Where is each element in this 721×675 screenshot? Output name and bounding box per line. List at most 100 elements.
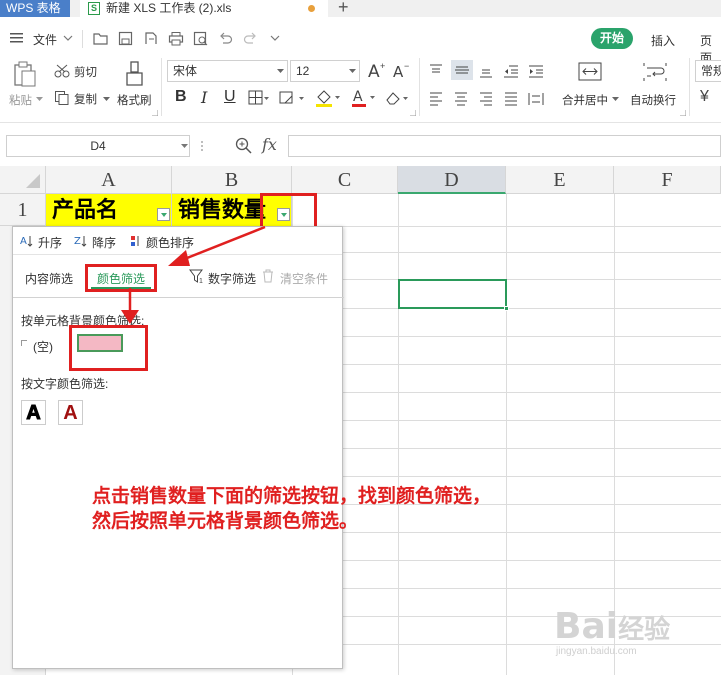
svg-text:A: A <box>353 89 363 105</box>
annotation-arrow-to-swatch <box>121 288 139 324</box>
fill-handle[interactable] <box>504 306 509 311</box>
fill-color-icon[interactable] <box>314 88 342 108</box>
format-painter-button[interactable]: 格式刷 <box>117 92 152 108</box>
column-header-c[interactable]: C <box>292 166 398 194</box>
align-center-icon[interactable] <box>454 92 468 106</box>
open-folder-icon[interactable] <box>93 31 109 46</box>
chevron-down-icon[interactable] <box>612 97 619 102</box>
increase-font-icon[interactable]: A + <box>367 61 387 79</box>
tab-content-filter[interactable]: 内容筛选 <box>25 270 73 287</box>
cell-b1-text: 销售数量 <box>178 197 267 223</box>
merge-center-icon[interactable] <box>578 62 602 82</box>
decrease-indent-icon[interactable] <box>503 64 519 78</box>
new-tab-button[interactable]: + <box>338 0 349 18</box>
bold-button[interactable]: B <box>175 88 187 106</box>
hamburger-menu-icon[interactable] <box>10 32 24 44</box>
chevron-down-icon[interactable] <box>181 144 188 149</box>
formula-input[interactable] <box>288 135 721 157</box>
color-sort-icon[interactable] <box>130 235 142 247</box>
ribbon-divider <box>161 58 162 116</box>
column-header-f[interactable]: F <box>614 166 721 194</box>
align-right-icon[interactable] <box>479 92 493 106</box>
column-header-a[interactable]: A <box>46 166 172 194</box>
print-icon[interactable] <box>168 31 184 46</box>
chevron-down-icon[interactable] <box>277 69 284 74</box>
clear-format-icon[interactable] <box>384 90 410 106</box>
active-cell-d4[interactable] <box>398 279 507 309</box>
italic-button[interactable]: I <box>201 88 207 107</box>
wps-app-tab[interactable]: WPS 表格 <box>0 0 70 17</box>
paste-dropdown-icon[interactable] <box>36 97 43 102</box>
copy-icon[interactable] <box>54 90 69 105</box>
row-header-1[interactable]: 1 <box>0 194 46 226</box>
format-painter-icon[interactable] <box>124 61 146 87</box>
sort-descending-button[interactable]: 降序 <box>92 234 116 251</box>
annotation-line-1: 点击销售数量下面的筛选按钮，找到颜色筛选， <box>92 485 492 507</box>
align-left-icon[interactable] <box>429 92 443 106</box>
font-name-select[interactable]: 宋体 <box>167 60 288 82</box>
empty-option-label[interactable]: (空) <box>33 338 53 355</box>
svg-text:A: A <box>393 63 404 79</box>
tab-start[interactable]: 开始 <box>591 28 633 49</box>
insert-function-button[interactable]: fx <box>262 135 277 154</box>
column-header-e[interactable]: E <box>506 166 614 194</box>
justify-icon[interactable] <box>504 92 518 106</box>
text-color-swatch-black[interactable]: A <box>21 400 46 425</box>
underline-button[interactable]: U <box>224 88 236 106</box>
svg-text:A: A <box>20 236 27 247</box>
align-bottom-icon[interactable] <box>479 64 493 78</box>
number-filter-button[interactable]: 数字筛选 <box>208 270 256 287</box>
text-color-swatch-red[interactable]: A <box>58 400 83 425</box>
copy-dropdown-icon[interactable] <box>103 97 110 102</box>
clipboard-expand-icon[interactable] <box>152 110 158 116</box>
file-menu[interactable]: 文件 <box>33 31 57 48</box>
cut-button[interactable]: 剪切 <box>74 64 97 80</box>
name-box[interactable]: D4 <box>6 135 190 157</box>
tab-color-filter[interactable]: 颜色筛选 <box>97 270 145 287</box>
quick-access-more-icon[interactable] <box>270 35 280 42</box>
number-format-select[interactable]: 常规 <box>695 60 721 82</box>
bg-color-swatch-pink[interactable] <box>77 334 123 352</box>
sort-ascending-button[interactable]: 升序 <box>38 234 62 251</box>
wrap-text-button[interactable]: 自动换行 <box>630 92 676 108</box>
formula-splitter[interactable] <box>200 136 204 156</box>
menu-divider <box>82 30 83 48</box>
column-header-b[interactable]: B <box>172 166 292 194</box>
save-icon[interactable] <box>118 31 133 46</box>
alignment-expand-icon[interactable] <box>680 110 686 116</box>
wrap-text-icon[interactable] <box>643 62 667 82</box>
font-color-icon[interactable]: A <box>350 88 378 108</box>
undo-icon[interactable] <box>218 31 233 46</box>
decrease-font-icon[interactable]: A − <box>392 61 412 79</box>
tab-insert[interactable]: 插入 <box>651 32 675 49</box>
clear-filter-button[interactable]: 清空条件 <box>280 270 328 287</box>
currency-button[interactable]: ¥ <box>700 88 709 106</box>
align-top-icon[interactable] <box>429 64 443 78</box>
svg-text:−: − <box>404 61 409 71</box>
select-all-corner[interactable] <box>0 166 46 194</box>
sort-descending-icon[interactable]: Z <box>74 234 88 248</box>
column-header-d[interactable]: D <box>398 166 506 194</box>
copy-button[interactable]: 复制 <box>74 91 97 107</box>
paste-button[interactable]: 粘贴 <box>9 92 32 108</box>
filter-dropdown-button-a[interactable] <box>157 208 170 221</box>
zoom-search-icon[interactable] <box>235 137 253 155</box>
scissors-icon[interactable] <box>54 64 70 78</box>
chevron-down-icon[interactable] <box>63 35 73 42</box>
document-tab[interactable]: S 新建 XLS 工作表 (2).xls <box>80 0 328 17</box>
sort-ascending-icon[interactable]: A <box>20 234 34 248</box>
align-middle-button[interactable] <box>451 60 473 80</box>
cell-a1[interactable]: 产品名 <box>46 194 172 226</box>
empty-option-checkbox[interactable] <box>21 340 27 346</box>
increase-indent-icon[interactable] <box>528 64 544 78</box>
distributed-align-icon[interactable] <box>528 92 544 106</box>
cell-style-icon[interactable] <box>279 90 305 106</box>
paste-icon[interactable] <box>13 61 37 87</box>
font-expand-icon[interactable] <box>410 110 416 116</box>
print-preview-icon[interactable] <box>193 31 209 46</box>
redo-icon[interactable] <box>243 31 258 46</box>
chevron-down-icon[interactable] <box>349 69 356 74</box>
borders-icon[interactable] <box>248 90 270 106</box>
merge-center-button[interactable]: 合并居中 <box>562 92 608 108</box>
export-pdf-icon[interactable] <box>143 31 158 46</box>
